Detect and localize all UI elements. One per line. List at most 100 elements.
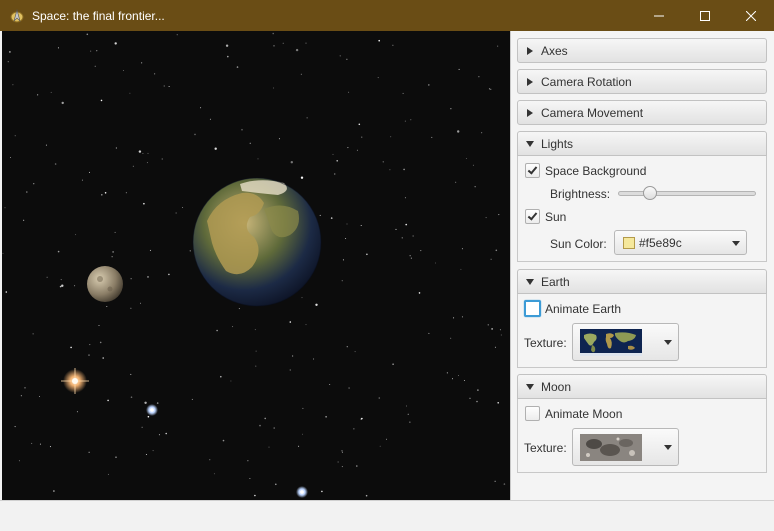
star: [361, 136, 363, 138]
axes-panel-header[interactable]: Axes: [517, 38, 767, 63]
star: [379, 445, 381, 447]
close-icon: [746, 10, 756, 21]
star: [238, 308, 240, 310]
star: [141, 426, 143, 428]
brightness-slider-track[interactable]: [618, 191, 756, 196]
star: [31, 442, 33, 444]
star: [147, 415, 150, 418]
minimize-icon: [654, 15, 664, 16]
star: [377, 77, 379, 79]
star: [341, 280, 343, 282]
star: [75, 234, 77, 236]
collapsed-arrow-icon: [527, 108, 533, 117]
star: [290, 161, 293, 164]
chevron-down-icon: [664, 445, 672, 450]
maximize-button[interactable]: [682, 0, 728, 31]
star: [182, 207, 184, 208]
star: [404, 120, 406, 122]
star: [336, 160, 339, 162]
star: [409, 421, 411, 423]
star: [90, 50, 92, 52]
star: [60, 279, 62, 281]
star: [315, 303, 318, 306]
animate-moon-label: Animate Moon: [545, 407, 623, 421]
star: [469, 397, 471, 399]
star: [130, 373, 132, 375]
animate-moon-checkbox[interactable]: [525, 406, 540, 421]
earth-panel-content: Animate Earth Texture:: [517, 294, 767, 368]
star: [395, 228, 397, 230]
moon-sphere[interactable]: [87, 266, 123, 302]
status-bar: [0, 500, 774, 531]
earth-texture-selector[interactable]: [572, 323, 679, 361]
star: [305, 42, 307, 44]
star: [216, 329, 218, 332]
space-viewport[interactable]: [2, 31, 510, 500]
minimize-button[interactable]: [636, 0, 682, 31]
lights-panel-header[interactable]: Lights: [517, 131, 767, 156]
star: [455, 181, 457, 183]
star: [494, 480, 496, 482]
star: [26, 191, 28, 193]
star: [481, 132, 483, 134]
star: [409, 255, 411, 257]
star: [232, 326, 234, 328]
star: [96, 50, 98, 52]
window-title: Space: the final frontier...: [32, 8, 165, 23]
star: [353, 428, 355, 430]
star: [472, 164, 474, 166]
star: [292, 355, 294, 357]
star: [497, 402, 500, 404]
star: [498, 214, 500, 216]
star: [490, 258, 492, 260]
star: [143, 202, 145, 205]
star: [168, 86, 170, 87]
space-background-checkbox[interactable]: [525, 163, 540, 178]
star: [57, 47, 59, 49]
star: [446, 372, 448, 374]
star: [81, 179, 83, 181]
star: [300, 73, 302, 75]
brightness-label: Brightness:: [550, 187, 611, 201]
moon-panel-header[interactable]: Moon: [517, 374, 767, 399]
star: [259, 424, 261, 427]
star: [76, 411, 78, 413]
star: [70, 346, 72, 349]
star: [7, 61, 9, 63]
panel-title: Axes: [541, 43, 568, 58]
color-swatch: [623, 237, 635, 249]
sun-color-picker[interactable]: #f5e89c: [614, 230, 747, 255]
star: [209, 118, 211, 120]
star: [89, 344, 91, 346]
star: [346, 223, 348, 225]
star: [461, 316, 463, 318]
star: [332, 153, 334, 155]
chevron-down-icon: [664, 340, 672, 345]
star: [319, 214, 321, 216]
star: [272, 32, 275, 35]
star: [476, 400, 478, 403]
star: [273, 427, 276, 429]
brightness-slider-thumb[interactable]: [642, 186, 657, 200]
sun-color-value: #f5e89c: [639, 236, 682, 250]
star: [209, 459, 211, 461]
close-button[interactable]: [728, 0, 774, 31]
star: [50, 91, 52, 93]
star: [356, 465, 358, 467]
earth-panel-header[interactable]: Earth: [517, 269, 767, 294]
moon-texture-label: Texture:: [524, 441, 567, 455]
star: [289, 369, 291, 371]
star: [494, 346, 496, 348]
camera-rotation-panel-header[interactable]: Camera Rotation: [517, 69, 767, 94]
sun-checkbox[interactable]: [525, 209, 540, 224]
camera-movement-panel-header[interactable]: Camera Movement: [517, 100, 767, 125]
star: [360, 225, 362, 226]
title-bar[interactable]: Space: the final frontier...: [0, 0, 774, 31]
starfleet-icon: [9, 8, 25, 24]
star: [194, 133, 196, 136]
star: [273, 45, 275, 47]
moon-texture-selector[interactable]: [572, 428, 679, 466]
earth-sphere[interactable]: [192, 177, 322, 307]
star: [255, 350, 257, 352]
animate-earth-checkbox[interactable]: [524, 300, 541, 317]
